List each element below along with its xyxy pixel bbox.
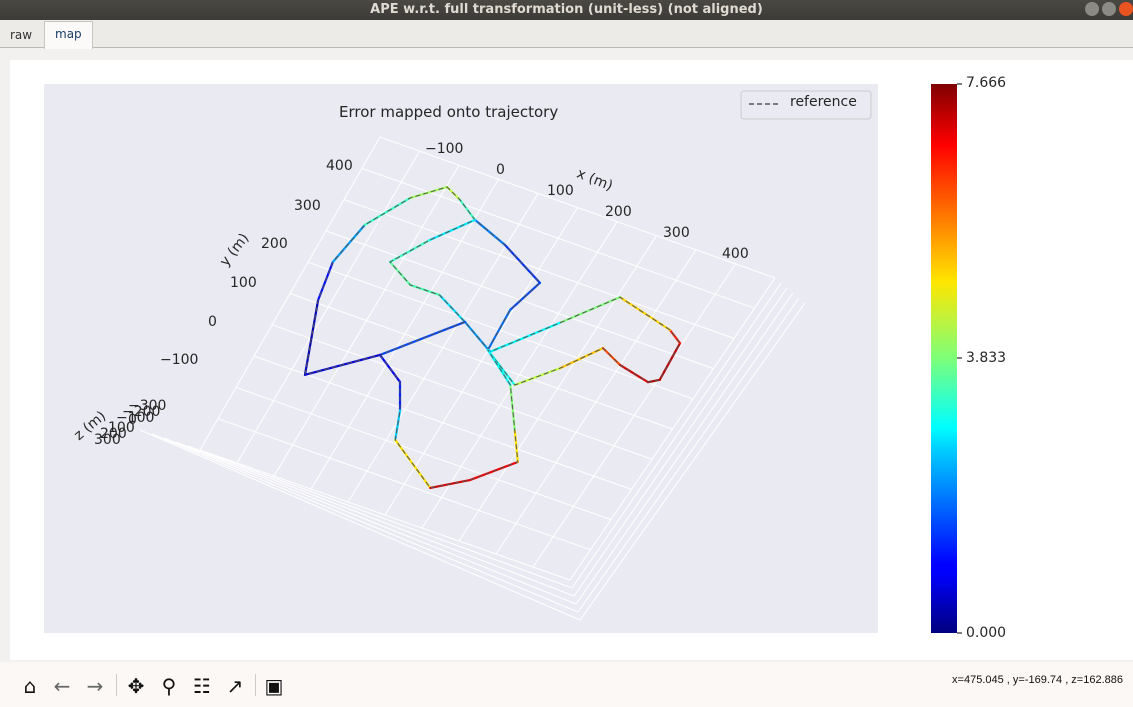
window-title: APE w.r.t. full transformation (unit-les…	[370, 2, 763, 17]
x-tick: 200	[605, 204, 632, 220]
configure-subplots-icon[interactable]: ☷	[190, 674, 214, 698]
y-tick: 0	[208, 314, 217, 330]
x-tick: 0	[496, 162, 505, 178]
y-tick: −100	[160, 352, 199, 368]
maximize-button[interactable]	[1102, 2, 1116, 16]
close-button[interactable]	[1119, 2, 1133, 16]
figure-canvas[interactable]: Error mapped onto trajectory reference −…	[10, 60, 1133, 660]
x-tick: −100	[425, 141, 464, 157]
toolbar-separator	[116, 674, 117, 696]
colorbar-tick-label: 7.666	[966, 75, 1007, 91]
y-tick: 200	[261, 236, 288, 252]
zoom-icon[interactable]: ⚲	[157, 674, 181, 698]
y-tick: 300	[294, 198, 321, 214]
chart-title: Error mapped onto trajectory	[339, 103, 559, 121]
colorbar-tick-label: 0.000	[966, 625, 1007, 641]
save-icon[interactable]: ▣	[262, 674, 286, 698]
tab-map[interactable]: map	[44, 21, 93, 49]
y-tick: 100	[230, 275, 257, 291]
z-tick: 300	[94, 432, 121, 448]
navigation-toolbar: ⌂ ← → ✥ ⚲ ☷ ↗ ▣ x=475.045 , y=-169.74 , …	[0, 662, 1133, 707]
tab-raw[interactable]: raw	[0, 23, 42, 48]
minimize-button[interactable]	[1085, 2, 1099, 16]
pan-icon[interactable]: ✥	[124, 674, 148, 698]
tab-bar: raw map	[0, 20, 1133, 49]
legend-label: reference	[790, 94, 857, 110]
toolbar-separator	[255, 674, 256, 696]
forward-icon[interactable]: →	[83, 674, 107, 698]
y-tick: 400	[326, 158, 353, 174]
home-icon[interactable]: ⌂	[18, 674, 42, 698]
colorbar-tick-label: 3.833	[966, 350, 1007, 366]
x-tick: 100	[547, 183, 574, 199]
back-icon[interactable]: ←	[50, 674, 74, 698]
x-tick: 400	[722, 246, 749, 262]
x-tick: 300	[663, 225, 690, 241]
window-titlebar: APE w.r.t. full transformation (unit-les…	[0, 0, 1133, 20]
edit-axis-icon[interactable]: ↗	[223, 674, 247, 698]
cursor-coordinates: x=475.045 , y=-169.74 , z=162.886	[952, 674, 1123, 686]
colorbar	[931, 84, 957, 633]
